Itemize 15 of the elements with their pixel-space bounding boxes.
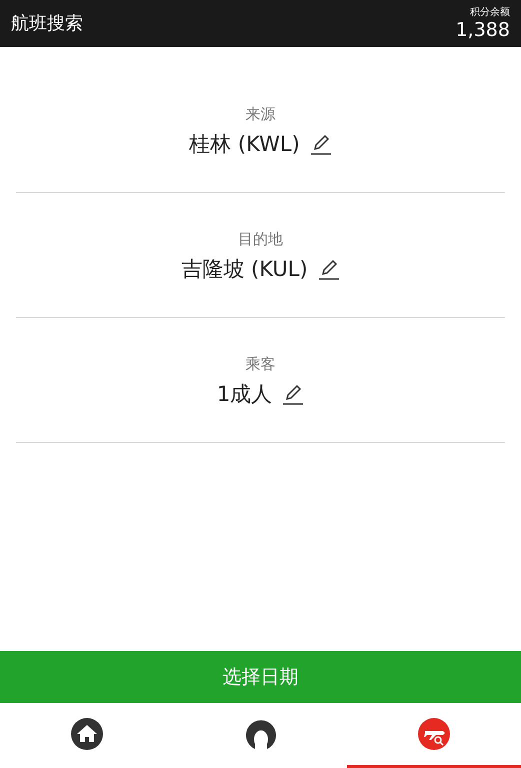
page-title: 航班搜索	[11, 12, 83, 36]
plane-search-icon	[418, 718, 450, 750]
field-value[interactable]: 1成人	[216, 380, 272, 408]
edit-icon[interactable]	[282, 383, 304, 405]
home-icon	[70, 718, 103, 750]
person-icon	[244, 718, 276, 750]
edit-icon[interactable]	[318, 258, 340, 280]
field-value[interactable]: 吉隆坡 (KUL)	[181, 255, 308, 283]
field-label: 来源	[246, 104, 276, 124]
field-label: 乘客	[246, 354, 276, 374]
edit-icon[interactable]	[310, 133, 332, 155]
field-value[interactable]: 桂林 (KWL)	[189, 130, 300, 158]
field-label: 目的地	[238, 229, 283, 249]
points-balance: 1,388	[456, 18, 510, 40]
points-label: 积分余额	[470, 6, 510, 18]
